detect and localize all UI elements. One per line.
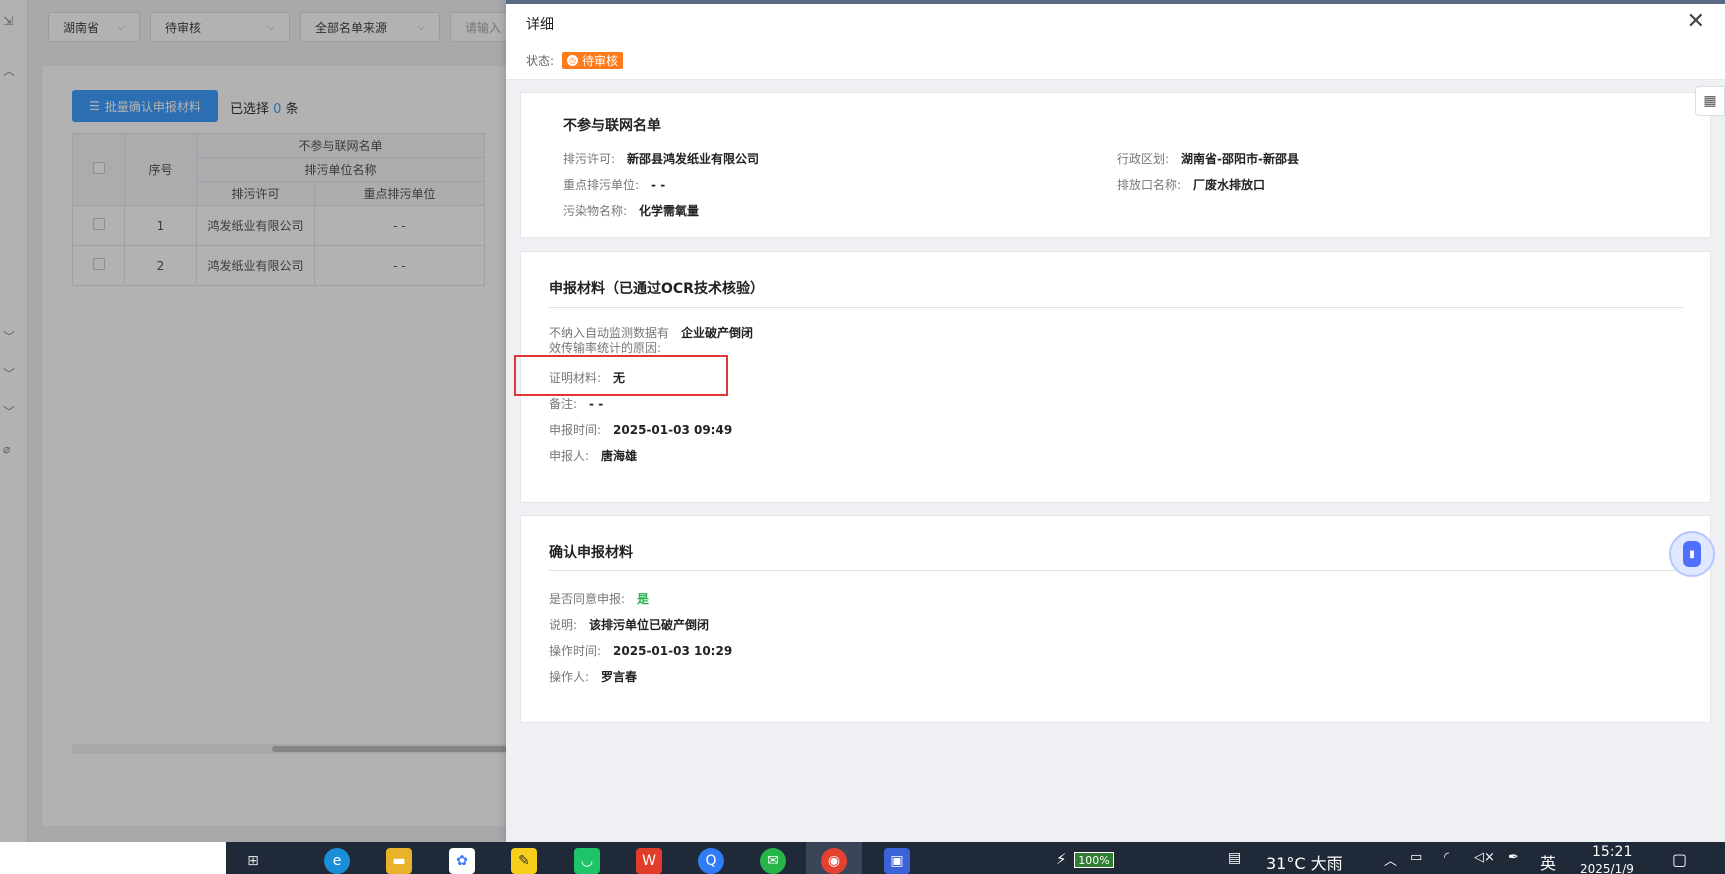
note-field: 备注: - - [549,397,604,411]
clock-time[interactable]: 15:21 [1592,844,1632,860]
operation-time-field: 操作时间: 2025-01-03 10:29 [549,644,733,658]
status-badge: ◷ 待审核 [562,52,624,69]
clock-date[interactable]: 2025/1/9 [1580,862,1634,874]
section-confirm: 确认申报材料 是否同意申报: 是 说明: 该排污单位已破产倒闭 操作时间: 2025-… [520,515,1711,723]
search-app-icon[interactable]: Q [698,848,724,874]
wifi-icon[interactable]: ◜ [1444,850,1449,865]
notification-icon[interactable]: ▢ [1672,850,1687,869]
declarant-field: 申报人: 唐海雄 [549,449,638,463]
file-explorer-icon[interactable]: ▬ [386,848,412,874]
permit-field: 排污许可: 新邵县鸿发纸业有限公司 [563,152,760,166]
notes-icon[interactable]: ✎ [511,848,537,874]
edge-icon[interactable]: e [324,848,350,874]
ime-indicator[interactable]: 英 [1540,850,1556,874]
wps-icon[interactable]: W [636,848,662,874]
pollutant-field: 污染物名称: 化学需氧量 [563,204,700,218]
taskbar-blank [0,842,226,874]
tray-expand-icon[interactable]: ︿ [1384,850,1397,869]
plug-icon: ⚡ [1056,850,1067,868]
highlight-annotation [514,355,728,396]
declare-time-field: 申报时间: 2025-01-03 09:49 [549,423,733,437]
region-field: 行政区划: 湖南省-邵阳市-新邵县 [1117,152,1300,166]
drawer-title: 详细 [526,17,554,33]
chat-app-icon[interactable]: ◡ [574,848,600,874]
baidu-netdisk-icon[interactable]: ✿ [449,848,475,874]
floating-assistant-button[interactable]: ▮ [1669,531,1715,577]
detail-drawer: 详细 ✕ 状态: ◷ 待审核 不参与联网名单 排污许可: 新邵县鸿发纸业有限公司 行… [506,0,1725,842]
clock-icon: ◷ [567,55,579,66]
translate-tool-icon[interactable]: ▦ [1695,86,1725,116]
description-field: 说明: 该排污单位已破产倒闭 [549,618,710,632]
volume-muted-icon[interactable]: ◁× [1474,850,1495,865]
section-title: 确认申报材料 [549,545,633,561]
divider [549,570,1683,571]
task-view-icon[interactable]: ⊞ [240,848,266,874]
key-unit-field: 重点排污单位: - - [563,178,666,192]
close-icon[interactable]: ✕ [1687,10,1705,34]
wechat-icon[interactable]: ✉ [760,848,786,874]
news-icon[interactable]: ▤ [1228,850,1241,866]
remote-desktop-icon[interactable]: ▣ [884,848,910,874]
outlet-field: 排放口名称: 厂废水排放口 [1117,178,1266,192]
reason-field: 不纳入自动监测数据有 效传输率统计的原因: 企业破产倒闭 [549,326,754,355]
drawer-header: 详细 ✕ 状态: ◷ 待审核 [506,4,1725,80]
section-title: 申报材料（已通过OCR技术核验） [549,281,764,297]
pen-icon[interactable]: ✒ [1508,850,1519,865]
agree-field: 是否同意申报: 是 [549,592,650,606]
section-title: 不参与联网名单 [563,118,661,134]
windows-taskbar: ⊞ e ▬ ✿ ✎ ◡ W Q ✉ ◉ ▣ ⚡ 100% ▤ 31°C 大雨 ︿… [0,842,1725,874]
battery-indicator[interactable]: 100% [1074,852,1114,868]
battery-icon[interactable]: ▭ [1410,850,1422,865]
divider [549,307,1683,308]
operator-field: 操作人: 罗言春 [549,670,638,684]
status-row: 状态: ◷ 待审核 [526,52,624,69]
weather-text[interactable]: 31°C 大雨 [1266,850,1343,874]
section-unit-info: 不参与联网名单 排污许可: 新邵县鸿发纸业有限公司 行政区划: 湖南省-邵阳市-新邵… [520,92,1711,238]
chrome-icon[interactable]: ◉ [821,848,847,874]
assistant-icon: ▮ [1683,541,1701,567]
